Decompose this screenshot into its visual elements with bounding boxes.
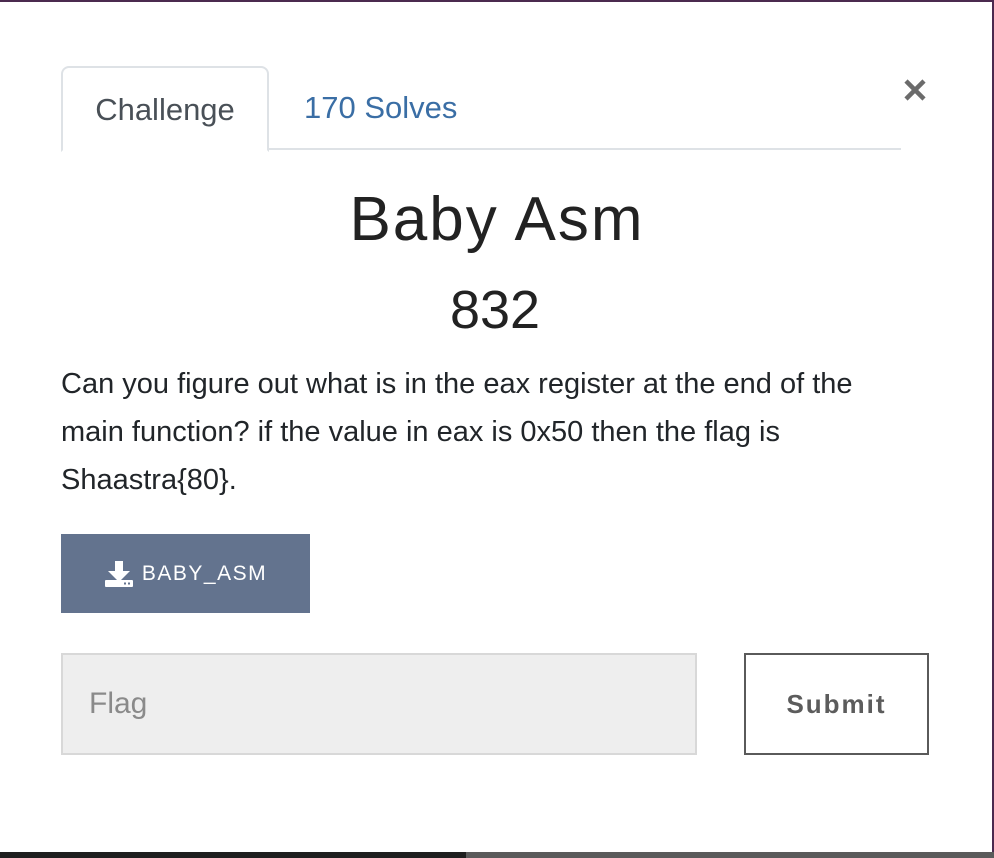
tab-challenge[interactable]: Challenge	[61, 66, 269, 152]
challenge-description: Can you figure out what is in the eax re…	[61, 368, 853, 496]
window-bottom-strip-right	[466, 852, 994, 858]
download-file-label: BABY_ASM	[141, 561, 268, 585]
tab-solves[interactable]: 170 Solves	[304, 66, 457, 150]
close-icon	[904, 79, 926, 101]
challenge-title: Baby Asm	[349, 185, 645, 254]
challenge-points: 832	[449, 280, 541, 340]
window-bottom-strip	[0, 852, 994, 858]
submit-button[interactable]: Submit	[744, 653, 929, 755]
download-icon	[104, 560, 133, 587]
flag-input[interactable]	[61, 653, 697, 755]
challenge-modal: Challenge 170 Solves Baby Asm 832 Can yo…	[0, 0, 994, 852]
download-file-button[interactable]: BABY_ASM	[61, 534, 310, 613]
close-button[interactable]	[897, 72, 933, 108]
modal-tabs: Challenge 170 Solves	[61, 66, 901, 152]
